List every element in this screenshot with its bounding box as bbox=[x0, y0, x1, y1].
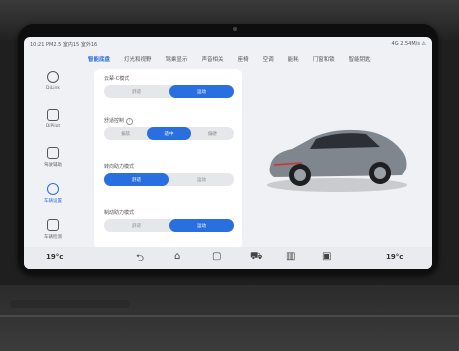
tab-doors-locks[interactable]: 门窗和锁 bbox=[313, 55, 335, 63]
sidebar-item-dipilot[interactable]: DiPilot bbox=[32, 105, 74, 135]
infotainment-screen: 10:21 PM2.5 室内15 室外16 4G 2.54M/s ⚠ DiLin… bbox=[24, 37, 432, 269]
media-icon[interactable]: ▣ bbox=[322, 251, 331, 262]
air-vent bbox=[10, 300, 130, 308]
setting-title-steering-assist: 转向助力模式 bbox=[104, 164, 135, 170]
option-comfort[interactable]: 舒适 bbox=[104, 85, 169, 98]
option-firm[interactable]: 偏硬 bbox=[191, 127, 234, 140]
sidebar-item-vehicle-settings[interactable]: 车辆设置 bbox=[32, 179, 74, 209]
dipilot-icon bbox=[47, 109, 59, 121]
option-comfort[interactable]: 舒适 bbox=[104, 219, 169, 232]
sidebar: DiLink DiPilot 驾驶辅助 车辆设置 车辆检测 bbox=[24, 51, 80, 247]
tab-smart-key[interactable]: 智能钥匙 bbox=[349, 55, 371, 63]
option-sport[interactable]: 运动 bbox=[169, 173, 234, 186]
sidebar-item-driving-assist[interactable]: 驾驶辅助 bbox=[32, 143, 74, 173]
car-check-icon bbox=[47, 219, 59, 231]
dashboard-trim bbox=[0, 315, 459, 317]
recent-apps-icon[interactable]: ▢ bbox=[212, 251, 221, 262]
dilink-icon bbox=[47, 71, 59, 83]
steering-icon bbox=[47, 147, 59, 159]
status-indicators: 4G 2.54M/s ⚠ bbox=[391, 41, 426, 47]
home-icon[interactable]: ⌂ bbox=[174, 251, 180, 262]
bottom-nav-bar: 19°c ⮌ ⌂ ▢ ⛟ ▥ ▣ 19°c bbox=[24, 247, 432, 269]
back-icon[interactable]: ⮌ bbox=[136, 251, 144, 268]
tab-bar: 智能底盘 灯光和视野 驾乘显示 声音相关 座椅 空调 能耗 门窗和锁 智能钥匙 bbox=[88, 51, 385, 67]
tab-smart-chassis[interactable]: 智能底盘 bbox=[88, 55, 110, 63]
setting-title-comfort-control: 舒适控制? bbox=[104, 117, 134, 125]
sidebar-item-label: DiPilot bbox=[45, 124, 61, 129]
sidebar-item-label: 车辆设置 bbox=[44, 199, 62, 204]
yunnian-mode-selector: 舒适 运动 bbox=[104, 85, 234, 98]
status-bar: 10:21 PM2.5 室内15 室外16 4G 2.54M/s ⚠ bbox=[24, 37, 432, 51]
sidebar-item-dilink[interactable]: DiLink bbox=[32, 67, 74, 97]
dashboard bbox=[0, 285, 459, 351]
option-soft[interactable]: 偏软 bbox=[104, 127, 147, 140]
comfort-control-selector: 偏软 适中 偏硬 bbox=[104, 127, 234, 140]
car-icon[interactable]: ⛟ bbox=[250, 251, 263, 264]
brake-assist-selector: 舒适 运动 bbox=[104, 219, 234, 232]
tab-display[interactable]: 驾乘显示 bbox=[166, 55, 188, 63]
sidebar-item-label: DiLink bbox=[46, 86, 60, 91]
option-comfort[interactable]: 舒适 bbox=[104, 173, 169, 186]
temp-right[interactable]: 19°c bbox=[386, 253, 403, 261]
option-sport[interactable]: 运动 bbox=[169, 219, 234, 232]
tab-climate[interactable]: 空调 bbox=[263, 55, 274, 63]
settings-panel: 云辇-C模式 舒适 运动 舒适控制? 偏软 适中 偏硬 转向助力模式 舒适 运动… bbox=[94, 69, 242, 249]
sidebar-item-label: 驾驶辅助 bbox=[44, 163, 62, 168]
split-screen-icon[interactable]: ▥ bbox=[286, 251, 295, 262]
tab-seats[interactable]: 座椅 bbox=[238, 55, 249, 63]
car-image bbox=[267, 129, 407, 192]
comfort-control-label: 舒适控制 bbox=[104, 118, 125, 124]
setting-title-yunnian: 云辇-C模式 bbox=[104, 76, 130, 82]
steering-assist-selector: 舒适 运动 bbox=[104, 173, 234, 186]
camera-dot bbox=[233, 27, 237, 31]
sidebar-item-label: 车辆检测 bbox=[44, 235, 62, 240]
status-time: 10:21 PM2.5 室内15 室外16 bbox=[30, 41, 98, 48]
option-medium[interactable]: 适中 bbox=[147, 127, 191, 140]
tab-lights[interactable]: 灯光和视野 bbox=[124, 55, 152, 63]
temp-left[interactable]: 19°c bbox=[46, 253, 63, 261]
info-icon[interactable]: ? bbox=[126, 118, 134, 125]
tab-sound[interactable]: 声音相关 bbox=[202, 55, 224, 63]
gear-icon bbox=[47, 183, 59, 195]
tab-energy[interactable]: 能耗 bbox=[288, 55, 299, 63]
setting-title-brake-assist: 制动助力模式 bbox=[104, 210, 135, 216]
sidebar-item-vehicle-check[interactable]: 车辆检测 bbox=[32, 215, 74, 245]
option-sport[interactable]: 运动 bbox=[169, 85, 234, 98]
